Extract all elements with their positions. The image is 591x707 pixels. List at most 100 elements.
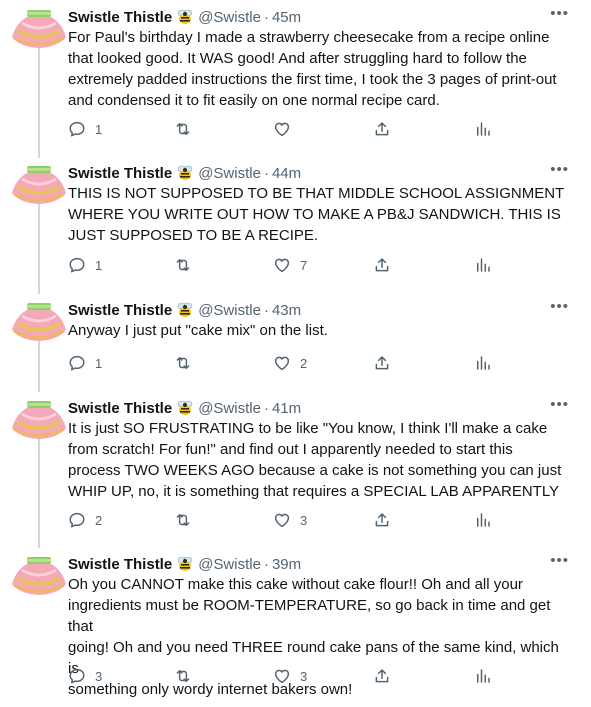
reply-count: 1 [95, 257, 103, 273]
like-count: 3 [300, 668, 308, 684]
like-button[interactable]: 7 [273, 256, 307, 274]
like-count: 2 [300, 355, 308, 371]
tutu-avatar-icon [12, 10, 66, 48]
analytics-button[interactable] [474, 354, 492, 372]
avatar[interactable] [10, 300, 68, 342]
like-icon [274, 258, 290, 273]
tweet-header: Swistle Thistle @Swistle · 44m [68, 163, 301, 183]
like-button[interactable]: 2 [273, 354, 307, 372]
reply-icon [69, 121, 85, 137]
tweet-text: For Paul's birthday I made a strawberry … [68, 29, 557, 109]
tweet-header: Swistle Thistle @Swistle · 41m [68, 398, 301, 418]
retweet-icon [176, 357, 190, 369]
handle[interactable]: @Swistle [198, 165, 261, 182]
share-button[interactable] [373, 256, 391, 274]
handle[interactable]: @Swistle [198, 400, 261, 417]
retweet-button[interactable] [174, 667, 201, 685]
reply-icon [69, 355, 85, 371]
tweet-header: Swistle Thistle @Swistle · 43m [68, 300, 301, 320]
timestamp[interactable]: 45m [272, 9, 301, 26]
reply-button[interactable]: 1 [68, 354, 102, 372]
analytics-button[interactable] [474, 120, 492, 138]
reply-count: 2 [95, 512, 103, 528]
tutu-avatar-icon [12, 557, 66, 595]
like-icon [274, 669, 290, 684]
share-icon [375, 513, 389, 527]
separator-dot: · [263, 555, 269, 573]
reply-button[interactable]: 3 [68, 667, 102, 685]
retweet-button[interactable] [174, 354, 201, 372]
share-button[interactable] [373, 511, 391, 529]
display-name[interactable]: Swistle Thistle [68, 400, 172, 417]
more-dots-icon[interactable]: ••• [550, 162, 569, 177]
display-name[interactable]: Swistle Thistle [68, 556, 172, 573]
action-bar: 2 3 [68, 511, 498, 531]
like-icon [274, 513, 290, 528]
share-icon [375, 669, 389, 683]
like-count: 3 [300, 512, 308, 528]
tutu-avatar-icon [12, 401, 66, 439]
handle[interactable]: @Swistle [198, 9, 261, 26]
handle[interactable]: @Swistle [198, 556, 261, 573]
share-icon [375, 122, 389, 136]
avatar[interactable] [10, 7, 68, 49]
reply-count: 1 [95, 355, 103, 371]
share-button[interactable] [373, 120, 391, 138]
share-button[interactable] [373, 354, 391, 372]
timestamp[interactable]: 41m [272, 400, 301, 417]
display-name[interactable]: Swistle Thistle [68, 302, 172, 319]
retweet-button[interactable] [174, 120, 201, 138]
avatar[interactable] [10, 398, 68, 440]
reply-button[interactable]: 2 [68, 511, 102, 529]
retweet-icon [176, 123, 190, 135]
like-button[interactable] [273, 120, 300, 138]
bee-emoji-icon [177, 9, 193, 24]
more-dots-icon[interactable]: ••• [550, 299, 569, 314]
retweet-button[interactable] [174, 511, 201, 529]
more-dots-icon[interactable]: ••• [550, 553, 569, 568]
reply-count: 3 [95, 668, 103, 684]
analytics-button[interactable] [474, 667, 492, 685]
action-bar: 1 7 [68, 256, 498, 276]
analytics-icon [477, 669, 490, 683]
like-button[interactable]: 3 [273, 511, 307, 529]
retweet-button[interactable] [174, 256, 201, 274]
timestamp[interactable]: 39m [272, 556, 301, 573]
retweet-icon [176, 259, 190, 271]
like-button[interactable]: 3 [273, 667, 307, 685]
analytics-button[interactable] [474, 256, 492, 274]
like-icon [274, 122, 290, 137]
separator-dot: · [263, 399, 269, 417]
tutu-avatar-icon [12, 166, 66, 204]
handle[interactable]: @Swistle [198, 302, 261, 319]
reply-count: 1 [95, 121, 103, 137]
display-name[interactable]: Swistle Thistle [68, 165, 172, 182]
more-dots-icon[interactable]: ••• [550, 397, 569, 412]
share-icon [375, 258, 389, 272]
bee-emoji-icon [177, 400, 193, 415]
avatar[interactable] [10, 163, 68, 205]
like-count: 7 [300, 257, 308, 273]
avatar[interactable] [10, 554, 68, 596]
reply-button[interactable]: 1 [68, 256, 102, 274]
tweet-text: THIS IS NOT SUPPOSED TO BE THAT MIDDLE S… [68, 185, 565, 244]
bee-emoji-icon [177, 302, 193, 317]
display-name[interactable]: Swistle Thistle [68, 9, 172, 26]
reply-icon [69, 512, 85, 528]
more-dots-icon[interactable]: ••• [550, 6, 569, 21]
thread-line [38, 340, 40, 392]
share-button[interactable] [373, 667, 391, 685]
thread-line [38, 202, 40, 294]
tweet-header: Swistle Thistle @Swistle · 39m [68, 554, 301, 574]
action-bar: 1 2 [68, 354, 498, 374]
analytics-icon [477, 356, 490, 370]
reply-icon [69, 668, 85, 684]
retweet-icon [176, 670, 190, 682]
reply-button[interactable]: 1 [68, 120, 102, 138]
timestamp[interactable]: 43m [272, 302, 301, 319]
separator-dot: · [263, 8, 269, 26]
analytics-button[interactable] [474, 511, 492, 529]
timestamp[interactable]: 44m [272, 165, 301, 182]
action-bar: 1 [68, 120, 498, 140]
share-icon [375, 356, 389, 370]
